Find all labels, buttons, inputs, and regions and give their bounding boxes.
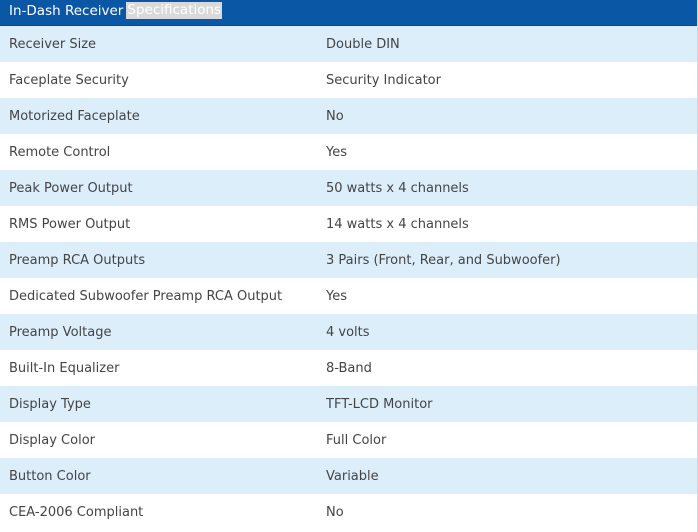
spec-row-display-type: Display Type TFT-LCD Monitor [0, 386, 697, 422]
spec-row-preamp-rca-outputs: Preamp RCA Outputs 3 Pairs (Front, Rear,… [0, 242, 697, 278]
spec-value: Variable [326, 468, 379, 484]
spec-label: Dedicated Subwoofer Preamp RCA Output [9, 288, 283, 304]
spec-value: 4 volts [326, 324, 370, 340]
spec-row-receiver-size: Receiver Size Double DIN [0, 26, 697, 62]
spec-label: Receiver Size [9, 36, 97, 52]
spec-value: 8-Band [326, 360, 372, 376]
spec-label: Display Color [9, 432, 95, 448]
spec-row-remote-control: Remote Control Yes [0, 134, 697, 170]
spec-label: Remote Control [9, 144, 111, 160]
spec-value: TFT-LCD Monitor [326, 396, 433, 412]
spec-value: No [326, 504, 344, 520]
spec-label: Preamp RCA Outputs [9, 252, 146, 268]
spec-value: Security Indicator [326, 72, 441, 88]
spec-label: Button Color [9, 468, 91, 484]
spec-label: Faceplate Security [9, 72, 129, 88]
spec-label: Motorized Faceplate [9, 108, 140, 124]
spec-row-preamp-voltage: Preamp Voltage 4 volts [0, 314, 697, 350]
spec-row-rms-power-output: RMS Power Output 14 watts x 4 channels [0, 206, 697, 242]
spec-row-display-color: Display Color Full Color [0, 422, 697, 458]
spec-label: Display Type [9, 396, 91, 412]
specifications-table: Receiver Size Double DIN Faceplate Secur… [0, 26, 697, 530]
spec-row-dedicated-subwoofer-output: Dedicated Subwoofer Preamp RCA Output Ye… [0, 278, 697, 314]
spec-row-faceplate-security: Faceplate Security Security Indicator [0, 62, 697, 98]
header-selected-text[interactable]: Specifications [126, 2, 223, 19]
spec-row-peak-power-output: Peak Power Output 50 watts x 4 channels [0, 170, 697, 206]
spec-row-motorized-faceplate: Motorized Faceplate No [0, 98, 697, 134]
spec-row-built-in-equalizer: Built-In Equalizer 8-Band [0, 350, 697, 386]
spec-value: 3 Pairs (Front, Rear, and Subwoofer) [326, 252, 561, 268]
spec-value: Yes [326, 144, 347, 160]
spec-label: Built-In Equalizer [9, 360, 120, 376]
spec-value: 14 watts x 4 channels [326, 216, 469, 232]
spec-value: Full Color [326, 432, 387, 448]
spec-label: CEA-2006 Compliant [9, 504, 144, 520]
spec-label: RMS Power Output [9, 216, 131, 232]
spec-row-cea-2006-compliant: CEA-2006 Compliant No [0, 494, 697, 530]
spec-value: No [326, 108, 344, 124]
spec-label: Preamp Voltage [9, 324, 112, 340]
specifications-header: In-Dash Receiver Specifications [0, 0, 697, 26]
spec-label: Peak Power Output [9, 180, 133, 196]
spec-value: Yes [326, 288, 347, 304]
header-title: In-Dash Receiver [9, 3, 124, 19]
spec-value: Double DIN [326, 36, 400, 52]
specifications-panel: In-Dash Receiver Specifications Receiver … [0, 0, 698, 532]
spec-row-button-color: Button Color Variable [0, 458, 697, 494]
spec-value: 50 watts x 4 channels [326, 180, 469, 196]
